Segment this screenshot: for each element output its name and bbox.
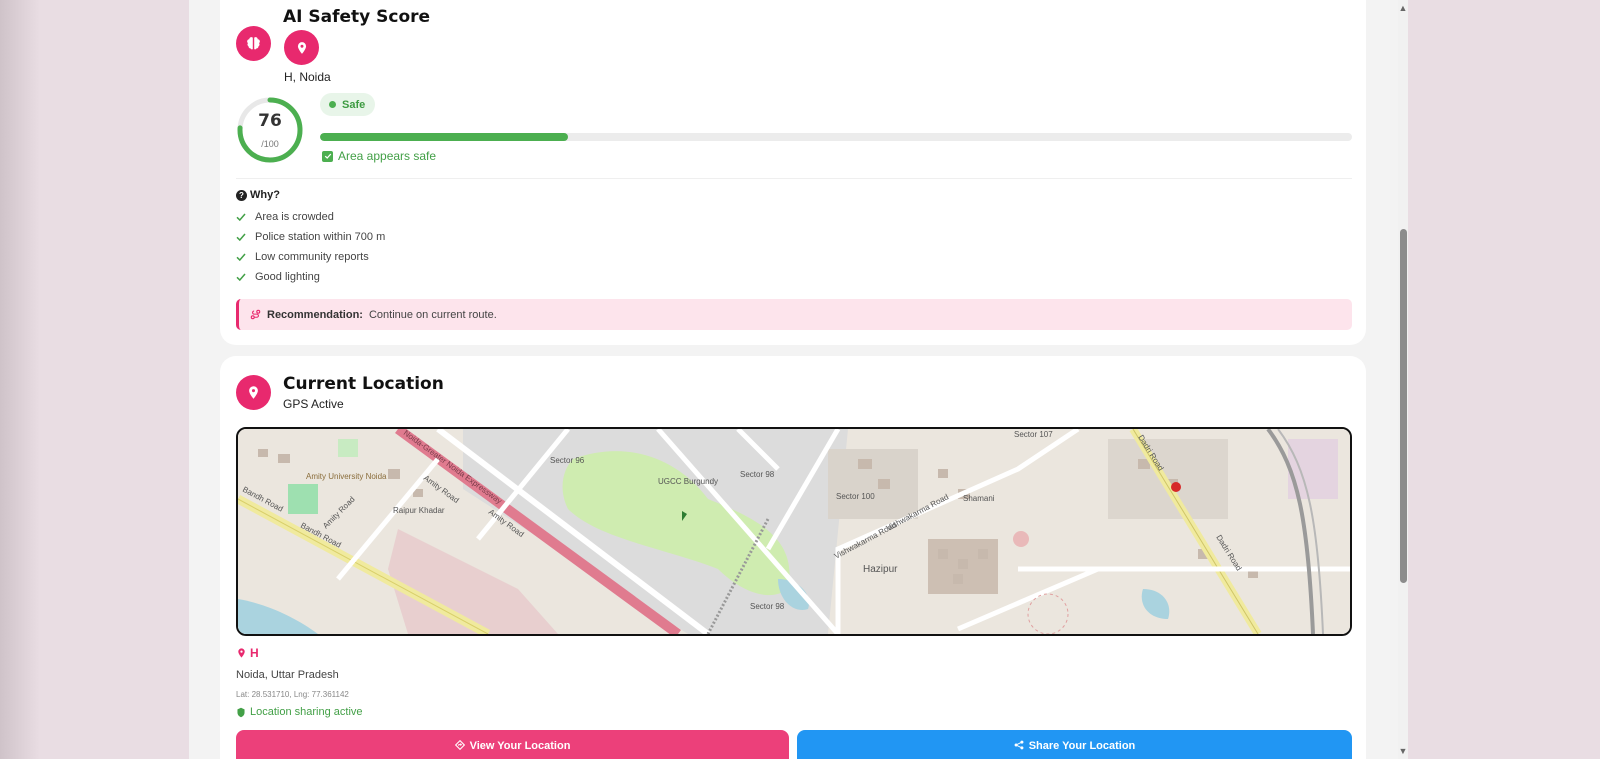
recommendation-text: Continue on current route. [368,308,497,321]
status-badge: Safe [320,93,376,116]
check-icon [236,213,246,222]
location-address: Noida, Uttar Pradesh [236,669,339,681]
map-label: Shamani [963,494,995,503]
list-item: Low community reports [236,247,385,267]
view-location-button[interactable]: View Your Location [236,730,789,759]
list-item: Area is crowded [236,207,385,227]
status-badge-label: Safe [342,98,366,111]
list-item: Police station within 700 m [236,227,385,247]
app-viewport: AI Safety Score H, Noida 76 /100 Safe Ar… [189,0,1405,759]
map-pin-icon [284,30,319,65]
map-pin-icon [238,648,245,658]
reason-text: Area is crowded [255,211,334,223]
map-label: Raipur Khadar [393,506,445,515]
brain-icon [236,26,271,61]
route-icon [250,309,261,320]
scroll-up-arrow[interactable]: ▲ [1398,1,1408,15]
why-heading: ? Why? [236,189,280,201]
check-icon [236,273,246,282]
score-value: 76 [258,111,282,131]
view-location-label: View Your Location [469,740,571,752]
safety-place: H, Noida [284,70,331,84]
safety-progress-bar [320,133,1352,141]
recommendation-label: Recommendation: [267,308,363,321]
recommendation-banner: Recommendation: Continue on current rout… [236,299,1352,330]
map-label: Sector 98 [750,602,785,611]
safety-score-card: AI Safety Score H, Noida 76 /100 Safe Ar… [220,0,1366,345]
divider [236,178,1352,179]
diamond-direction-icon [454,740,465,750]
reason-text: Low community reports [255,251,369,263]
safety-title: AI Safety Score [283,7,431,27]
reasons-list: Area is crowded Police station within 70… [236,207,385,287]
map-label: Sector 96 [550,456,585,465]
list-item: Good lighting [236,267,385,287]
why-label: Why? [250,189,280,201]
background-shade [0,0,40,759]
status-dot [329,101,336,108]
gps-status: GPS Active [283,397,344,411]
map-label: UGCC Burgundy [658,477,718,486]
share-icon [1014,740,1024,750]
status-text: Area appears safe [322,149,436,163]
location-title: Current Location [283,374,444,394]
map-label: Amity University Noida [306,472,387,481]
map-canvas[interactable]: Sector 96 Sector 98 Sector 100 Sector 10… [238,429,1350,634]
question-circle-icon: ? [236,189,247,201]
shield-icon [237,707,245,717]
scroll-down-arrow[interactable]: ▼ [1398,744,1408,758]
map-label: Sector 100 [836,492,875,501]
check-icon [236,253,246,262]
status-text-label: Area appears safe [338,149,437,163]
location-name-label: H [250,646,259,660]
reason-text: Police station within 700 m [255,231,386,243]
score-max: /100 [261,139,279,149]
map-label: Sector 98 [740,470,775,479]
current-location-card: Current Location GPS Active Sector 96 Se… [220,356,1366,759]
share-location-button[interactable]: Share Your Location [797,730,1352,759]
check-icon [236,233,246,242]
sharing-status-label: Location sharing active [250,706,363,718]
reason-text: Good lighting [255,271,320,283]
sharing-status: Location sharing active [236,706,363,718]
map-label: Sector 107 [1014,430,1053,439]
share-location-label: Share Your Location [1028,740,1136,752]
location-coords: Lat: 28.531710, Lng: 77.361142 [236,690,349,699]
map-label: Hazipur [863,564,898,575]
location-map[interactable]: Sector 96 Sector 98 Sector 100 Sector 10… [236,427,1352,636]
scrollbar-thumb[interactable] [1400,229,1407,583]
map-pin-icon [236,375,271,410]
safety-progress-fill [320,133,568,141]
location-name: H [236,646,259,660]
check-square-icon [322,150,333,162]
